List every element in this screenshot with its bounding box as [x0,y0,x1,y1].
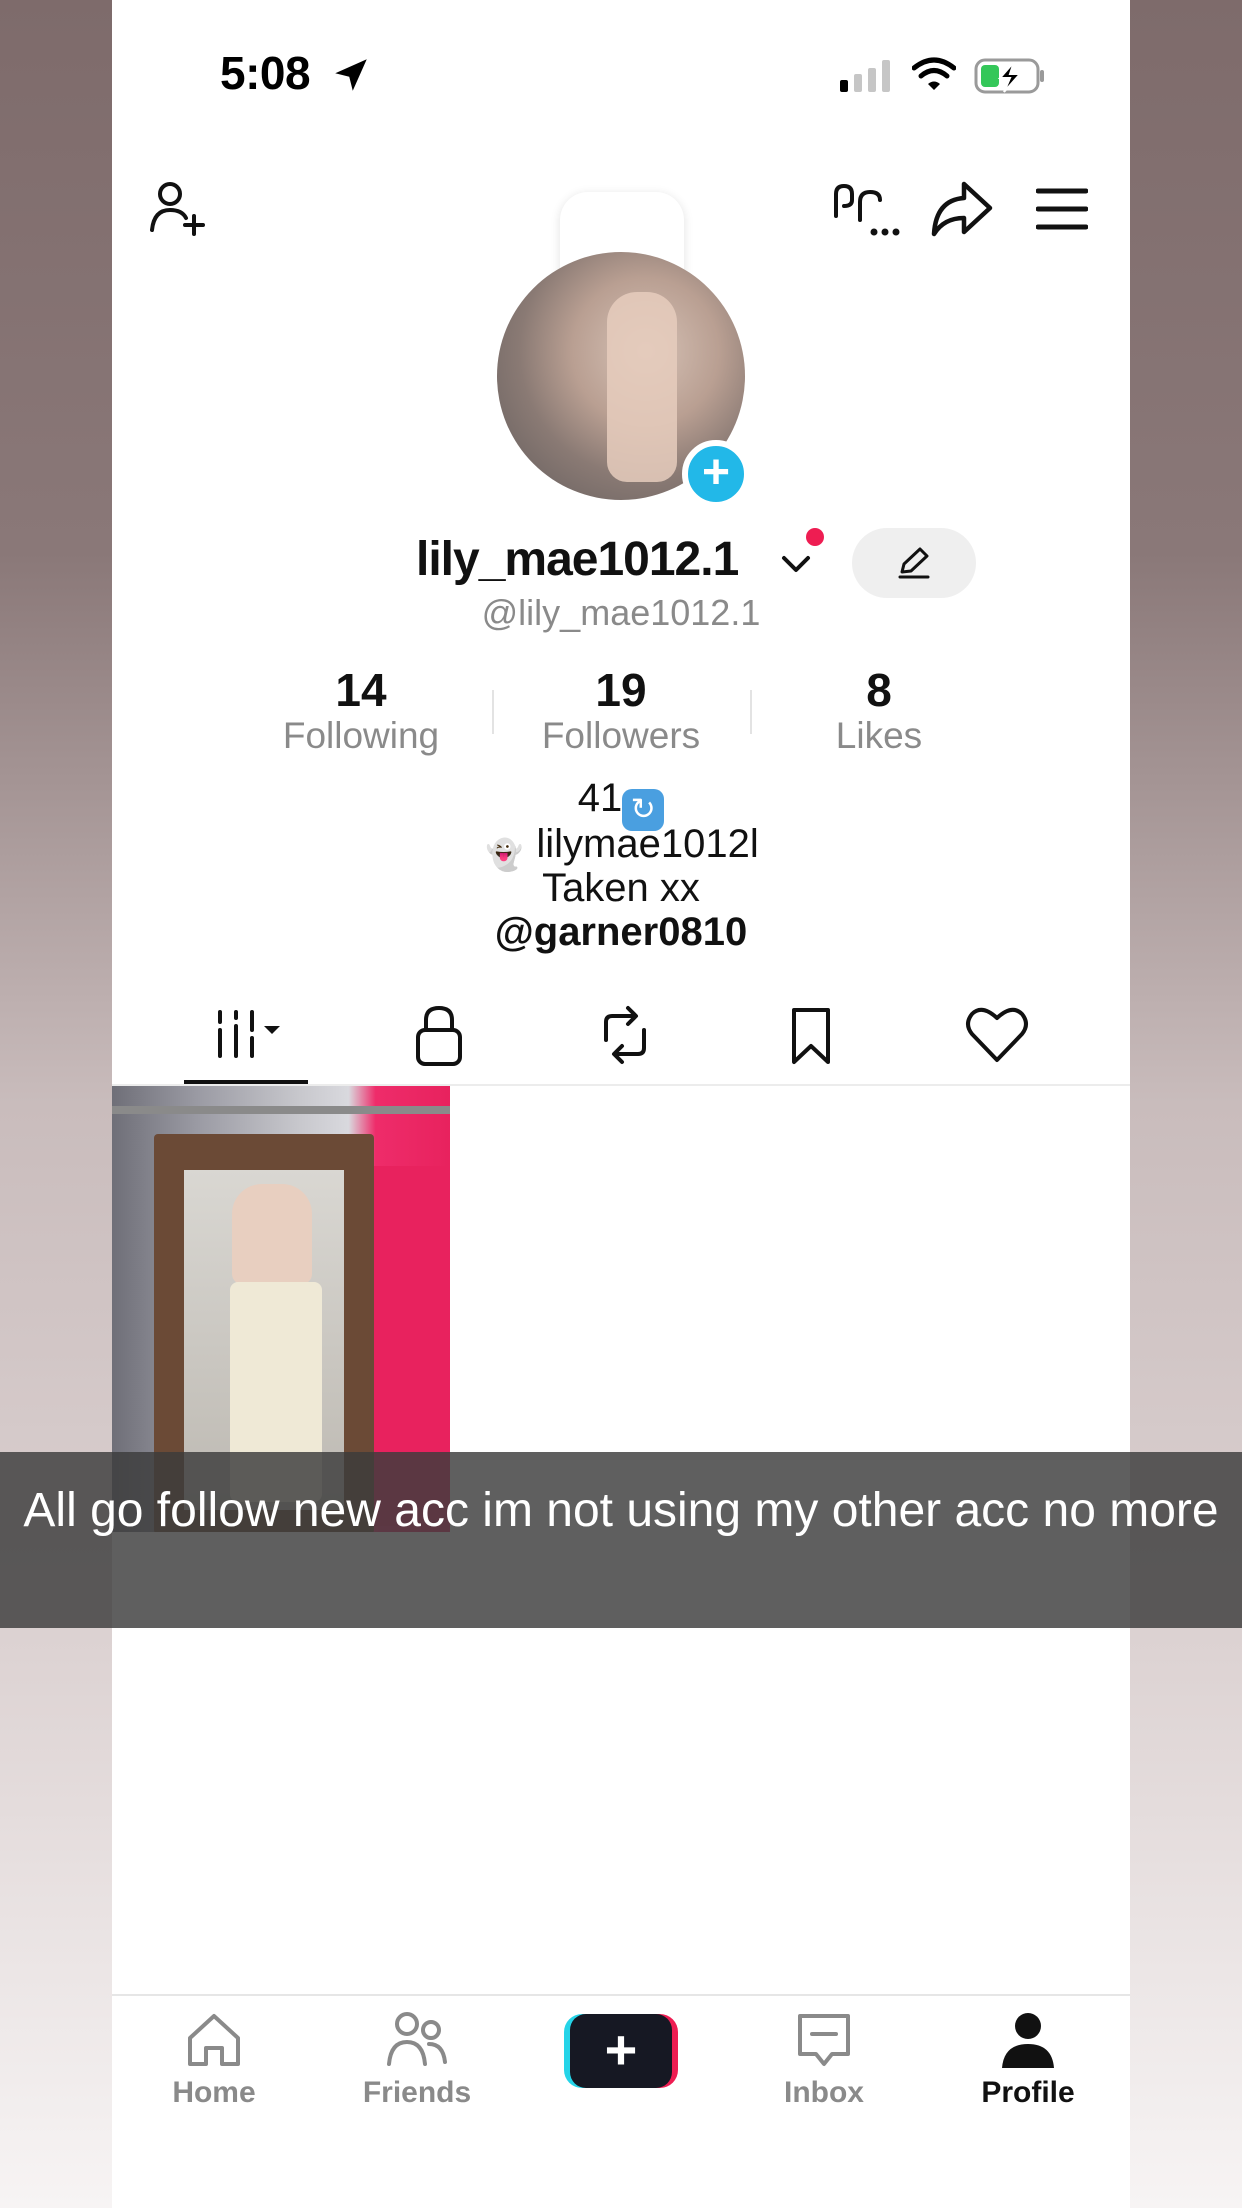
heart-icon[interactable] [962,1000,1032,1070]
nav-friends[interactable]: Friends [337,2010,497,2110]
wifi-icon [912,57,956,90]
nav-inbox[interactable]: Inbox [744,2010,904,2110]
friends-icon [387,2012,447,2066]
stat-label: Following [282,715,440,756]
battery-charging-icon [974,58,1044,94]
add-friend-icon[interactable] [146,176,212,242]
grid-tab-icon[interactable] [206,1000,302,1070]
stat-likes[interactable]: 8 Likes [769,664,989,756]
create-button[interactable]: + [564,2014,678,2088]
bookmark-icon[interactable] [776,1000,846,1070]
notification-dot [806,528,824,546]
caption-overlay: All go follow new acc im not using my ot… [0,1452,1242,1628]
username-handle: @lily_mae1012.1 [481,592,761,633]
name-row: lily_mae1012.1 [112,528,1130,598]
stat-divider [750,690,752,734]
home-icon [188,2014,240,2066]
nav-profile[interactable]: Profile [948,2010,1108,2110]
menu-icon[interactable] [1036,186,1088,232]
avatar-photo [607,292,677,482]
stat-label: Followers [541,715,701,756]
sound-search-icon[interactable] [830,180,904,240]
add-story-button[interactable]: + [682,440,750,508]
caption-text: All go follow new acc im not using my ot… [23,1484,1219,1537]
thumb-clothes-rack [112,1106,450,1114]
bio-text: lilymae1012l [536,822,759,866]
stat-value: 8 [866,664,892,716]
lock-icon[interactable] [404,1000,474,1070]
phone-screen: 5:08 + lily_mae1012.1 @lily_mae1012.1 14… [0,0,1242,2208]
bio-line: Taken xx [542,866,700,910]
stat-following[interactable]: 14 Following [251,664,471,756]
display-name[interactable]: lily_mae1012.1 [416,532,739,587]
nav-home[interactable]: Home [134,2010,294,2110]
profile-icon [1002,2013,1054,2068]
signal-icon [840,60,890,92]
location-arrow-icon [335,59,367,91]
inbox-icon [798,2014,850,2066]
bio-mention-link[interactable]: @garner0810 [112,910,1130,954]
repost-icon[interactable] [590,1000,660,1070]
status-time: 5:08 [220,47,311,99]
chevron-down-icon[interactable] [780,548,812,578]
nav-label: Friends [362,2076,472,2109]
stat-value: 14 [335,664,387,716]
stat-followers[interactable]: 19 Followers [511,664,731,756]
plus-icon: + [570,2014,672,2088]
edit-profile-button[interactable] [852,528,976,598]
pencil-icon [898,547,930,579]
thumb-figure [232,1184,312,1284]
nav-label: Inbox [784,2076,864,2109]
nav-label: Home [172,2076,256,2109]
nav-divider [112,1994,1130,1996]
stat-label: Likes [835,715,923,756]
stat-value: 19 [595,664,647,716]
bio-text: 41 [577,776,623,820]
stat-divider [492,690,494,734]
nav-label: Profile [981,2076,1075,2109]
share-icon[interactable] [928,178,994,240]
